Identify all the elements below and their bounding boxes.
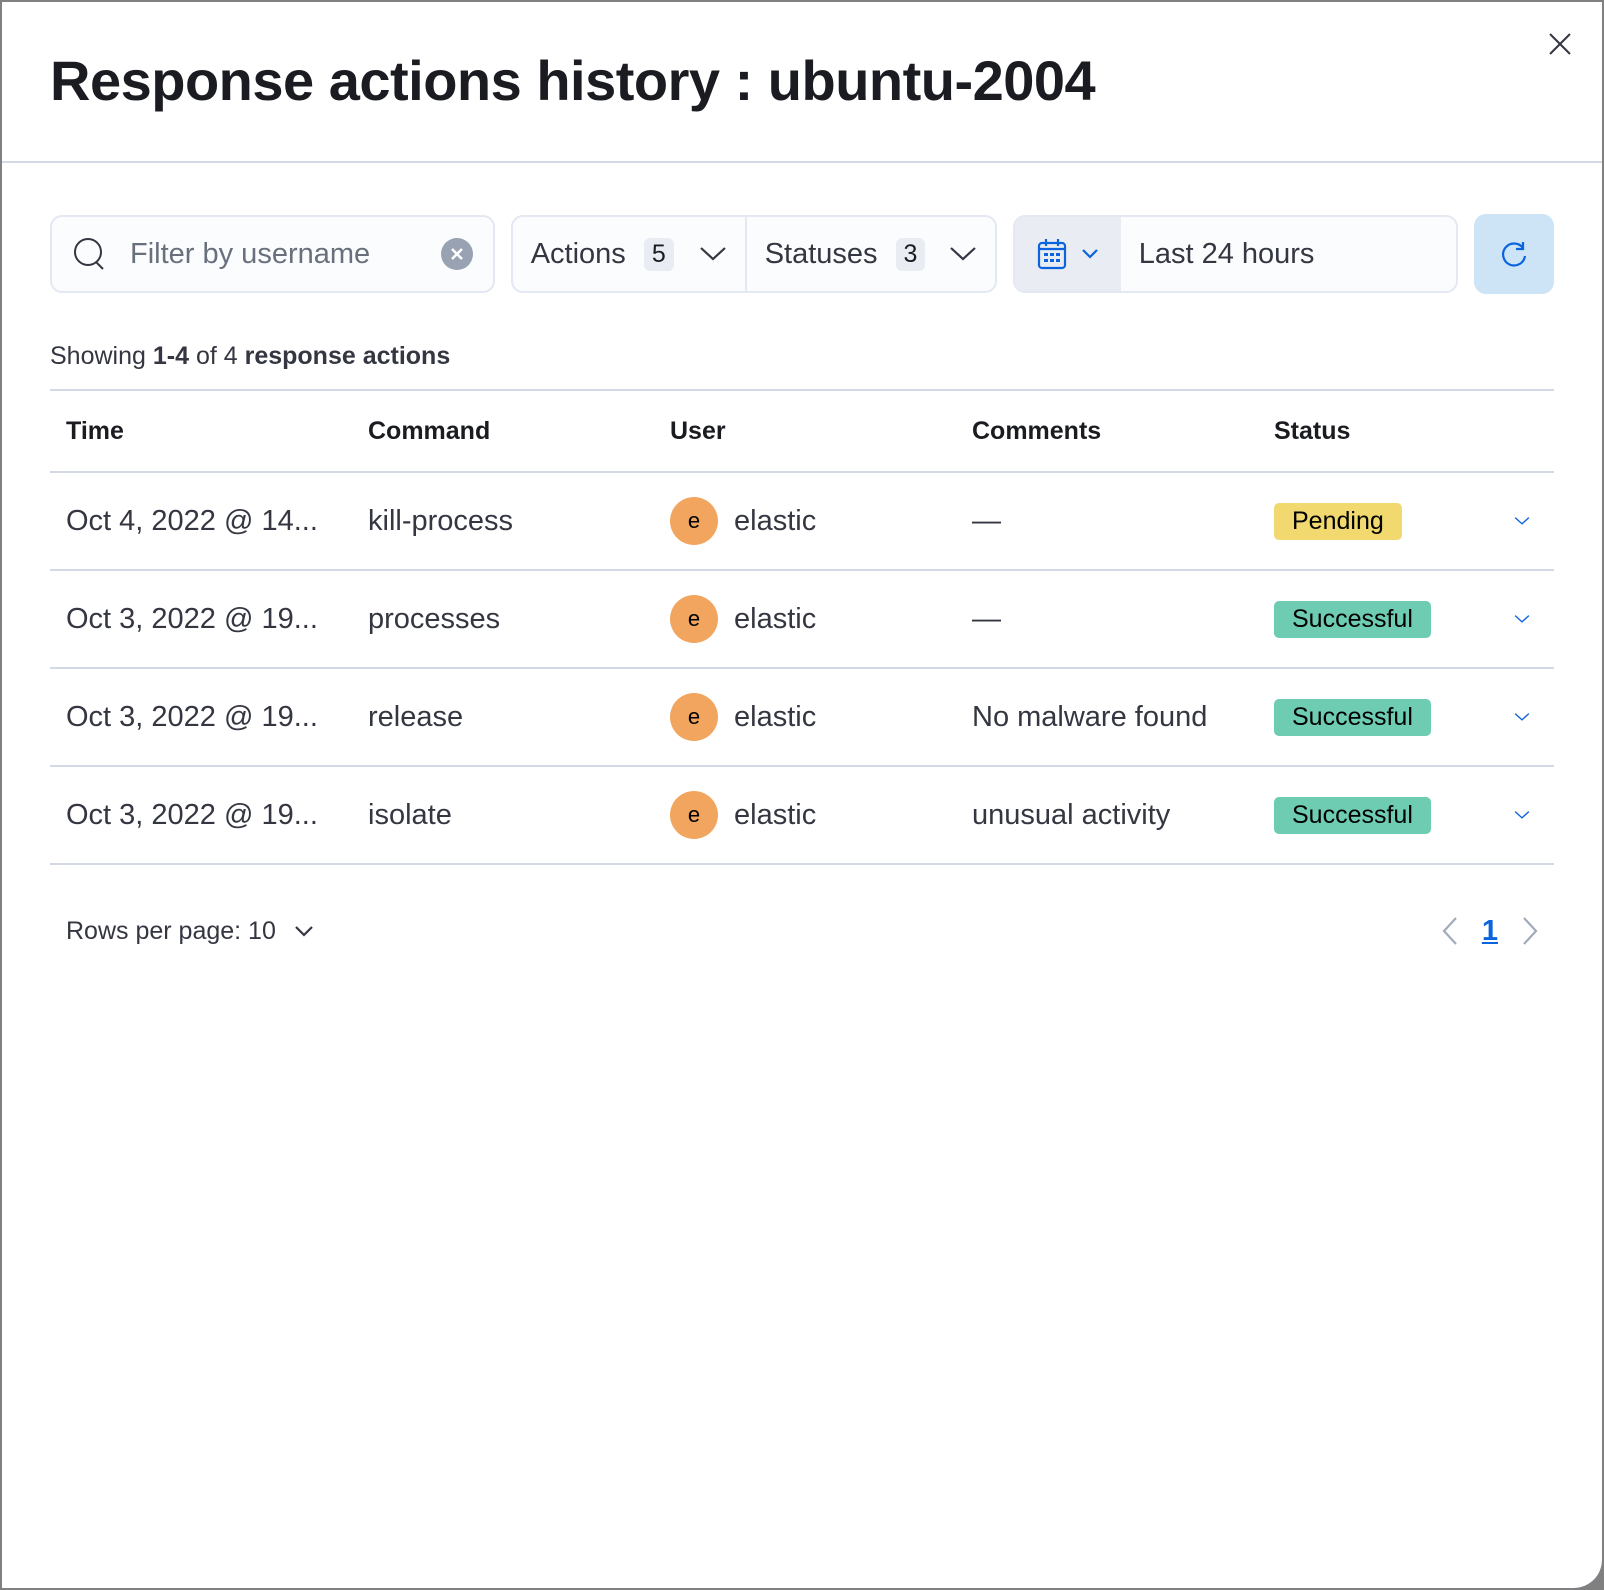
- page-navigation: 1: [1442, 915, 1554, 948]
- refresh-icon: [1502, 242, 1527, 267]
- close-button[interactable]: [1544, 28, 1576, 60]
- status-cell: Pending: [1258, 502, 1498, 540]
- time-cell: Oct 3, 2022 @ 19...: [66, 700, 318, 733]
- results-summary: Showing 1-4 of 4 response actions: [50, 342, 1554, 371]
- command-cell: processes: [368, 602, 501, 635]
- status-badge: Successful: [1274, 698, 1431, 736]
- actions-filter-count: 5: [643, 237, 674, 271]
- date-range-display[interactable]: Last 24 hours: [1121, 217, 1315, 291]
- avatar: e: [670, 497, 718, 545]
- expand-row-button[interactable]: [1498, 807, 1554, 823]
- comments-cell: —: [972, 504, 1001, 537]
- column-header-time[interactable]: Time: [50, 417, 352, 446]
- chevron-down-icon: [1514, 517, 1530, 525]
- comments-cell: No malware found: [972, 700, 1208, 733]
- comments-cell: unusual activity: [972, 798, 1171, 831]
- date-picker: Last 24 hours: [1012, 215, 1459, 293]
- username-filter-input[interactable]: Filter by username: [50, 215, 495, 293]
- table-header: Time Command User Comments Status: [50, 391, 1554, 473]
- table-row: Oct 3, 2022 @ 19... processes e elastic —…: [50, 571, 1554, 669]
- summary-suffix: response actions: [244, 342, 451, 370]
- calendar-icon: [1037, 239, 1066, 270]
- time-cell: Oct 3, 2022 @ 19...: [66, 602, 318, 635]
- chevron-down-icon: [1081, 249, 1098, 259]
- pagination-bar: Rows per page: 10 1: [50, 911, 1554, 951]
- next-page-button[interactable]: [1522, 916, 1538, 946]
- status-badge: Successful: [1274, 600, 1431, 638]
- chevron-down-icon: [295, 926, 313, 937]
- table-row: Oct 3, 2022 @ 19... release e elastic No …: [50, 669, 1554, 767]
- chevron-down-icon: [1514, 615, 1530, 623]
- flyout-header: Response actions history : ubuntu-2004: [2, 2, 1602, 163]
- column-header-comments[interactable]: Comments: [956, 417, 1258, 446]
- user-name: elastic: [734, 504, 817, 537]
- avatar: e: [670, 693, 718, 741]
- close-icon: [1549, 33, 1571, 55]
- statuses-filter-label: Statuses: [764, 237, 878, 270]
- expand-row-button[interactable]: [1498, 611, 1554, 627]
- column-header-user[interactable]: User: [654, 417, 956, 446]
- time-cell: Oct 3, 2022 @ 19...: [66, 798, 318, 831]
- command-cell: kill-process: [368, 504, 514, 537]
- status-badge: Successful: [1274, 796, 1431, 834]
- user-cell: e elastic: [654, 791, 956, 839]
- expand-row-button[interactable]: [1498, 709, 1554, 725]
- user-cell: e elastic: [654, 595, 956, 643]
- table-row: Oct 3, 2022 @ 19... isolate e elastic unu…: [50, 767, 1554, 865]
- user-name: elastic: [734, 602, 817, 635]
- time-cell: Oct 4, 2022 @ 14...: [66, 504, 318, 537]
- user-name: elastic: [734, 798, 817, 831]
- command-cell: isolate: [368, 798, 452, 831]
- toolbar: Filter by username Actions 5 Statuses 3: [50, 214, 1554, 294]
- avatar: e: [670, 595, 718, 643]
- status-cell: Successful: [1258, 796, 1498, 834]
- clear-icon: [450, 248, 463, 260]
- status-badge: Pending: [1274, 502, 1402, 540]
- chevron-down-icon: [699, 247, 726, 261]
- chevron-down-icon: [1514, 811, 1530, 819]
- statuses-filter-button[interactable]: Statuses 3: [744, 217, 995, 291]
- response-actions-table: Time Command User Comments Status Oct 4,…: [50, 389, 1554, 865]
- page-1-button[interactable]: 1: [1482, 915, 1498, 948]
- date-quick-menu-button[interactable]: [1014, 217, 1121, 291]
- summary-total: of 4: [189, 342, 245, 370]
- clear-search-button[interactable]: [440, 238, 473, 270]
- search-placeholder: Filter by username: [130, 237, 371, 270]
- filter-group: Actions 5 Statuses 3: [510, 215, 997, 293]
- summary-range: 1-4: [152, 342, 189, 370]
- column-header-status[interactable]: Status: [1258, 417, 1498, 446]
- previous-page-button[interactable]: [1442, 916, 1458, 946]
- avatar: e: [670, 791, 718, 839]
- search-icon: [74, 238, 104, 270]
- column-header-command[interactable]: Command: [352, 417, 654, 446]
- rows-per-page-button[interactable]: Rows per page: 10: [50, 917, 314, 946]
- flyout-panel: Response actions history : ubuntu-2004 F…: [2, 2, 1602, 1588]
- user-cell: e elastic: [654, 693, 956, 741]
- statuses-filter-count: 3: [895, 237, 926, 271]
- refresh-button[interactable]: [1474, 214, 1554, 294]
- expand-row-button[interactable]: [1498, 513, 1554, 529]
- command-cell: release: [368, 700, 464, 733]
- table-row: Oct 4, 2022 @ 14... kill-process e elasti…: [50, 473, 1554, 571]
- actions-filter-button[interactable]: Actions 5: [513, 217, 745, 291]
- chevron-down-icon: [1514, 713, 1530, 721]
- comments-cell: —: [972, 602, 1001, 635]
- user-name: elastic: [734, 700, 817, 733]
- rows-per-page-label: Rows per page: 10: [66, 916, 276, 945]
- summary-prefix: Showing: [50, 342, 153, 370]
- chevron-down-icon: [949, 247, 976, 261]
- user-cell: e elastic: [654, 497, 956, 545]
- page-title: Response actions history : ubuntu-2004: [50, 49, 1096, 112]
- status-cell: Successful: [1258, 698, 1498, 736]
- status-cell: Successful: [1258, 600, 1498, 638]
- actions-filter-label: Actions: [530, 237, 626, 270]
